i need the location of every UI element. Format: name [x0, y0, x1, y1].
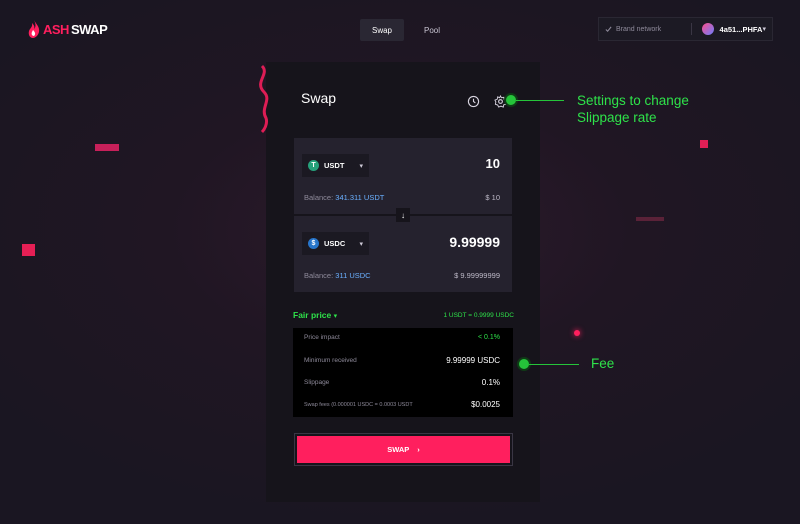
fee-callout-text: Fee [591, 356, 615, 371]
fee-callout-line [529, 364, 579, 365]
detail-label: Price impact [304, 334, 340, 341]
logo-swap-text: SWAP [70, 21, 108, 37]
to-token-selector[interactable]: $ USDC ▾ [302, 232, 369, 255]
swap-button[interactable]: SWAP › [297, 436, 510, 463]
exchange-rate: 1 USDT = 0.9999 USDC [443, 312, 514, 319]
from-amount-input[interactable]: 10 [486, 156, 500, 171]
avatar [701, 23, 714, 35]
balance-label: Balance: [304, 271, 334, 280]
detail-value: 9.99999 USDC [446, 356, 500, 365]
to-token-label: USDC [324, 239, 346, 248]
detail-value: 0.1% [481, 378, 500, 387]
detail-label: Minimum received [304, 357, 357, 364]
swap-panel: Swap T USDT ▾ 10 Balance: 341.311 USDT $… [266, 62, 540, 502]
switch-direction-button[interactable]: ↓ [396, 208, 410, 222]
decorative-shape [95, 144, 119, 151]
chevron-down-icon: ▾ [359, 162, 363, 170]
detail-value: $0.0025 [471, 400, 500, 409]
settings-callout-text: Settings to change Slippage rate [577, 92, 689, 126]
network-label: Brand network [616, 25, 662, 33]
detail-row-slippage: Slippage 0.1% [304, 378, 500, 387]
history-icon[interactable] [463, 91, 483, 111]
from-token-box: T USDT ▾ 10 Balance: 341.311 USDT $ 10 [294, 138, 512, 214]
tab-swap[interactable]: Swap [360, 19, 404, 41]
from-usd-value: $ 10 [485, 193, 500, 202]
swap-button-label: SWAP [387, 445, 410, 454]
to-usd-value: $ 9.99999999 [454, 271, 500, 280]
callout-line-1: Settings to change [577, 93, 689, 108]
page-title: Swap [301, 90, 337, 106]
decorative-shape [22, 244, 35, 256]
to-token-box: $ USDC ▾ 9.99999 Balance: 311 USDC $ 9.9… [294, 216, 512, 292]
decorative-shape [700, 140, 708, 148]
from-token-selector[interactable]: T USDT ▾ [302, 154, 369, 177]
detail-label: Swap fees (0.000001 USDC = 0.0003 USDT [304, 401, 413, 408]
decorative-dot [574, 330, 580, 336]
wallet-address: 4a51...PHFA [719, 24, 763, 34]
arrow-down-icon: ↓ [401, 210, 405, 220]
to-amount-output[interactable]: 9.99999 [449, 234, 500, 250]
decorative-shape [636, 217, 664, 221]
tab-pool[interactable]: Pool [410, 19, 454, 41]
detail-row-price-impact: Price impact < 0.1% [304, 334, 500, 341]
detail-label: Slippage [304, 379, 330, 386]
swap-button-frame: SWAP › [294, 433, 513, 466]
fair-price-label: Fair price [293, 310, 332, 320]
divider [690, 23, 692, 35]
chevron-down-icon: ▾ [359, 240, 363, 248]
nav-tabs: Swap Pool [360, 19, 454, 41]
network-indicator: Brand network [605, 26, 685, 33]
callout-line-2: Slippage rate [577, 110, 657, 125]
from-balance-value[interactable]: 341.311 USDT [335, 193, 384, 202]
flame-tail-decoration [259, 64, 269, 134]
usdt-token-icon: T [308, 160, 319, 171]
detail-row-minimum-received: Minimum received 9.99999 USDC [304, 356, 500, 365]
swap-details: Price impact < 0.1% Minimum received 9.9… [293, 328, 513, 417]
detail-row-swap-fees: Swap fees (0.000001 USDC = 0.0003 USDT $… [304, 400, 500, 409]
flame-logo-icon [28, 20, 40, 38]
settings-callout-dot [506, 95, 516, 105]
wallet-box[interactable]: Brand network 4a51...PHFA ▾ [598, 17, 773, 41]
fee-callout-dot [519, 359, 529, 369]
from-token-label: USDT [324, 161, 345, 170]
check-icon [605, 26, 612, 32]
top-bar: ASH SWAP Swap Pool Brand network 4a51...… [0, 0, 800, 58]
to-balance-value[interactable]: 311 USDC [335, 271, 370, 280]
chevron-right-icon: › [417, 445, 420, 454]
detail-value: < 0.1% [478, 334, 500, 341]
logo-ash-text: ASH [43, 21, 69, 37]
to-balance: Balance: 311 USDC [304, 271, 371, 280]
fair-price-toggle[interactable]: Fair price ▾ [293, 310, 337, 320]
balance-label: Balance: [304, 193, 334, 202]
from-balance: Balance: 341.311 USDT [304, 193, 384, 202]
chevron-down-icon: ▾ [333, 313, 338, 320]
ashswap-logo[interactable]: ASH SWAP [27, 19, 108, 39]
settings-callout-line [516, 100, 564, 101]
usdc-token-icon: $ [308, 238, 319, 249]
chevron-down-icon[interactable]: ▾ [762, 25, 766, 33]
